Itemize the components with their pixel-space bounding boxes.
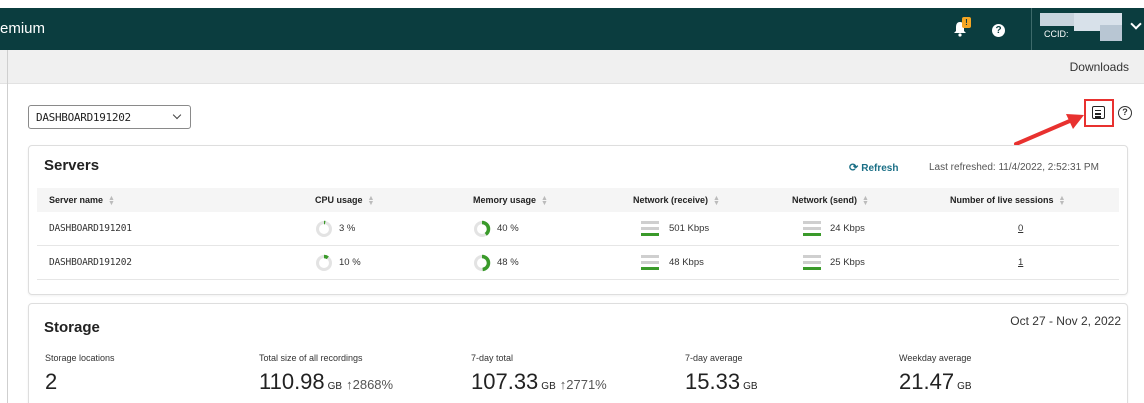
- account-id-redacted: [1100, 25, 1122, 41]
- cpu-usage-value: 10 %: [339, 257, 361, 268]
- stat-label-weekday-average: Weekday average: [899, 353, 972, 363]
- network-send-value: 24 Kbps: [830, 223, 865, 234]
- last-refreshed-text: Last refreshed: 11/4/2022, 2:52:31 PM: [929, 162, 1099, 173]
- column-header-live-sessions[interactable]: Number of live sessions ▲ ▼: [950, 194, 1066, 207]
- sort-icon: ▲ ▼: [1058, 194, 1066, 207]
- downloads-link[interactable]: Downloads: [1070, 60, 1129, 74]
- stat-value-storage-locations: 2: [45, 369, 58, 394]
- refresh-button[interactable]: ⟳ Refresh: [849, 161, 898, 174]
- network-send-value: 25 Kbps: [830, 257, 865, 268]
- cpu-usage-donut-icon: [315, 254, 333, 272]
- stat-label-7-day-average: 7-day average: [685, 353, 743, 363]
- servers-title: Servers: [44, 157, 100, 174]
- network-receive-value: 48 Kbps: [669, 257, 704, 268]
- cpu-usage-donut-icon: [315, 220, 333, 238]
- network-send-icon: [803, 254, 821, 272]
- sort-icon: ▲ ▼: [713, 194, 720, 207]
- stat-label-7-day-total: 7-day total: [471, 353, 514, 363]
- account-avatar-redacted: [1040, 13, 1074, 26]
- servers-table-header: Server name ▲ ▼ CPU usage ▲ ▼ Memory usage ▲ ▼…: [37, 188, 1119, 212]
- network-receive-icon: [641, 220, 659, 238]
- sub-toolbar: Downloads: [0, 50, 1144, 84]
- sort-icon: ▲ ▼: [367, 194, 375, 207]
- memory-usage-donut-icon: [473, 220, 491, 238]
- help-circle-icon[interactable]: ?: [1118, 106, 1132, 120]
- account-menu[interactable]: CCID:: [1040, 11, 1132, 43]
- site-select[interactable]: DASHBOARD191202: [28, 105, 191, 129]
- live-sessions-link[interactable]: 1: [1018, 257, 1023, 268]
- table-row: DASHBOARD191201 3 % 40 % 501 Kbps 24 Kbp…: [37, 212, 1119, 246]
- help-icon[interactable]: ?: [992, 24, 1005, 37]
- refresh-label: Refresh: [861, 163, 899, 174]
- stat-value-total-size: 110.98 GB ↑2868%: [259, 369, 394, 394]
- column-header-memory-usage[interactable]: Memory usage ▲ ▼: [473, 194, 548, 207]
- stat-label-storage-locations: Storage locations: [45, 353, 115, 363]
- site-select-value: DASHBOARD191202: [36, 111, 131, 124]
- product-name: emium: [0, 20, 46, 37]
- stat-value-7-day-average: 15.33 GB: [685, 369, 758, 394]
- stat-change-total-size: ↑2868%: [346, 377, 394, 392]
- cpu-usage-value: 3 %: [339, 223, 356, 234]
- storage-card: Storage Oct 27 - Nov 2, 2022 Storage loc…: [28, 303, 1128, 403]
- column-header-network-receive[interactable]: Network (receive) ▲ ▼: [633, 194, 720, 207]
- top-strip: [0, 0, 1144, 8]
- network-send-icon: [803, 220, 821, 238]
- memory-usage-value: 48 %: [497, 257, 519, 268]
- live-sessions-link[interactable]: 0: [1018, 223, 1023, 234]
- top-header-bar: emium ! ?: [0, 8, 1144, 50]
- customize-settings-icon[interactable]: [1092, 106, 1105, 119]
- stat-value-7-day-total: 107.33 GB ↑2771%: [471, 369, 607, 394]
- column-header-network-send[interactable]: Network (send) ▲ ▼: [792, 194, 869, 207]
- notification-badge: !: [962, 17, 971, 28]
- stat-change-7-day-total: ↑2771%: [559, 377, 607, 392]
- sort-icon: ▲ ▼: [108, 194, 115, 207]
- memory-usage-donut-icon: [473, 254, 491, 272]
- storage-title: Storage: [44, 319, 100, 336]
- memory-usage-value: 40 %: [497, 223, 519, 234]
- sort-icon: ▲ ▼: [541, 194, 548, 207]
- stat-label-total-size: Total size of all recordings: [259, 353, 363, 363]
- column-header-cpu-usage[interactable]: CPU usage ▲ ▼: [315, 194, 375, 207]
- left-divider: [7, 50, 8, 403]
- account-ccid-label: CCID:: [1044, 29, 1069, 39]
- column-header-server-name[interactable]: Server name ▲ ▼: [49, 194, 115, 207]
- network-receive-value: 501 Kbps: [669, 223, 710, 234]
- storage-date-range: Oct 27 - Nov 2, 2022: [1010, 314, 1121, 328]
- table-row: DASHBOARD191202 10 % 48 % 48 Kbps 25 Kbp…: [37, 246, 1119, 280]
- header-separator: [1031, 8, 1032, 50]
- refresh-icon: ⟳: [849, 162, 859, 174]
- servers-card: Servers ⟳ Refresh Last refreshed: 11/4/20…: [28, 145, 1128, 295]
- network-receive-icon: [641, 254, 659, 272]
- stat-value-weekday-average: 21.47 GB: [899, 369, 972, 394]
- sort-icon: ▲ ▼: [862, 194, 869, 207]
- server-name: DASHBOARD191202: [49, 257, 132, 268]
- chevron-down-icon: [172, 110, 182, 120]
- server-name: DASHBOARD191201: [49, 223, 132, 234]
